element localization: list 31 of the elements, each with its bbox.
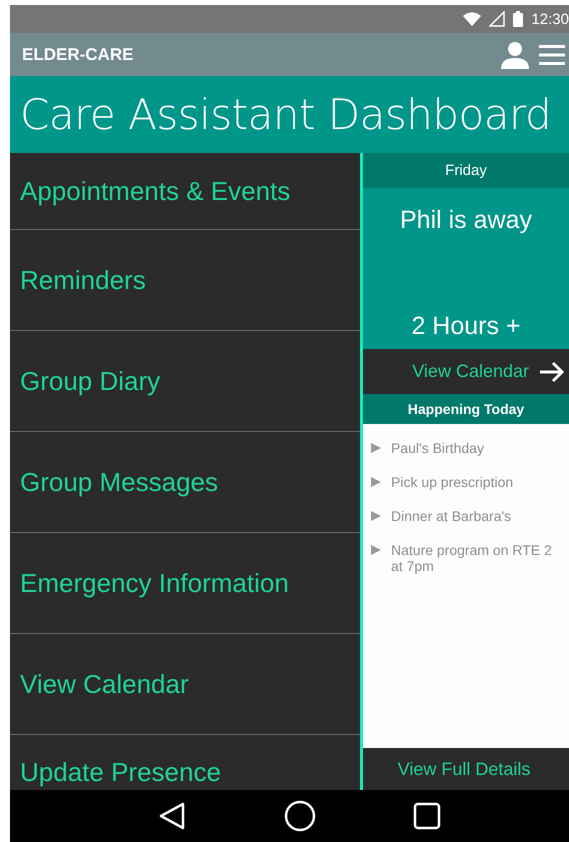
bullet-icon (371, 443, 381, 453)
section-title: Happening Today (363, 394, 569, 424)
view-details-link[interactable]: View Full Details (363, 748, 569, 790)
menu-icon[interactable] (539, 44, 565, 66)
event-text: Paul's Birthday (391, 440, 484, 456)
menu-item[interactable]: Group Diary (10, 331, 360, 432)
bullet-icon (371, 545, 381, 555)
view-calendar-link[interactable]: View Calendar (363, 349, 569, 394)
day-label: Friday (363, 153, 569, 188)
menu-item[interactable]: Update Presence (10, 735, 360, 790)
dashboard-title: Care Assistant Dashboard (20, 90, 552, 139)
menu-item[interactable]: Emergency Information (10, 533, 360, 634)
menu-item[interactable]: Reminders (10, 230, 360, 331)
user-icon[interactable] (501, 40, 529, 68)
bullet-icon (371, 477, 381, 487)
event-text: Nature program on RTE 2 at 7pm (391, 542, 553, 574)
menu-item[interactable]: View Calendar (10, 634, 360, 735)
wifi-icon (463, 12, 482, 26)
signal-icon (489, 11, 506, 27)
clock-time: 12:30 (531, 10, 569, 28)
bullet-icon (371, 511, 381, 521)
event-text: Pick up prescription (391, 474, 514, 490)
event-text: Dinner at Barbara's (391, 508, 512, 524)
app-title: ELDER-CARE (22, 44, 134, 64)
arrow-right-icon (539, 360, 565, 382)
menu-item[interactable]: Group Messages (10, 432, 360, 533)
battery-icon (513, 11, 524, 27)
presence-status: Phil is away (400, 206, 532, 235)
home-icon[interactable] (284, 800, 316, 832)
menu-item[interactable]: Appointments & Events (10, 153, 360, 230)
presence-duration: 2 Hours + (411, 312, 521, 341)
